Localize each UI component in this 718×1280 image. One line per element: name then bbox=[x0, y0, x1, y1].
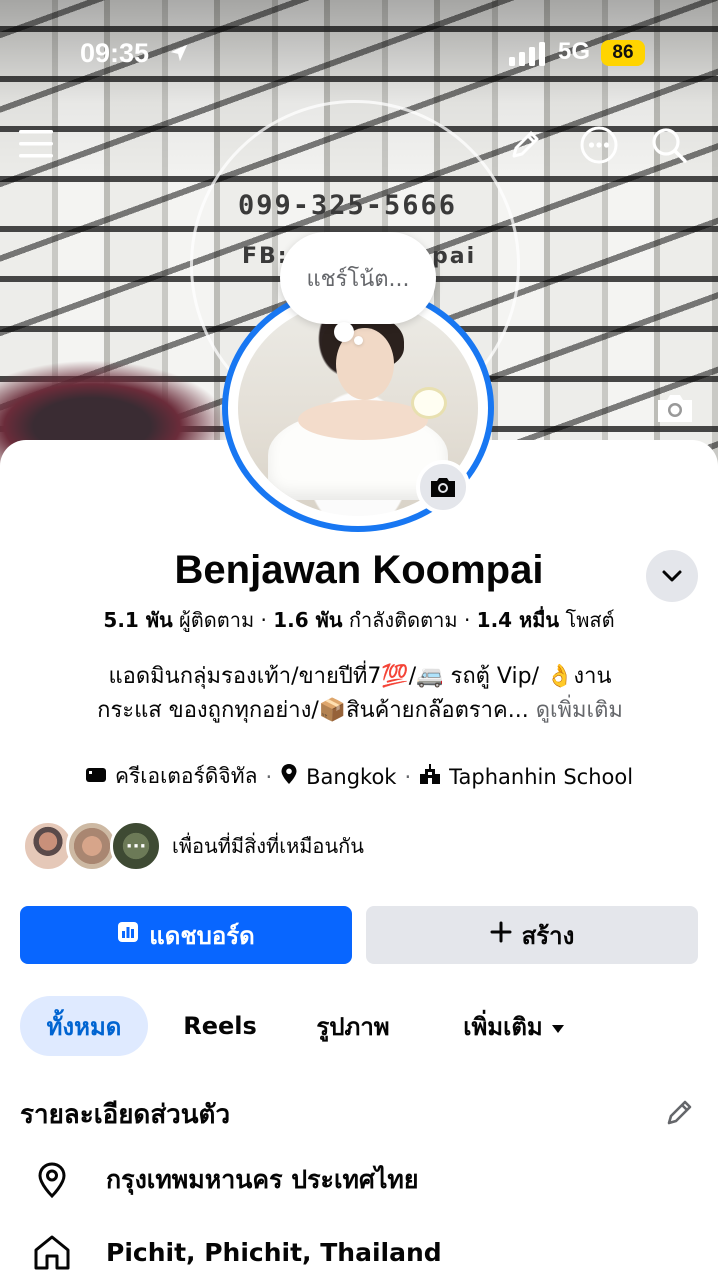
tab-all[interactable]: ทั้งหมด bbox=[20, 996, 148, 1056]
avatar-flower bbox=[414, 390, 444, 416]
note-bubble-dot-small bbox=[354, 336, 363, 345]
pencil-icon[interactable] bbox=[506, 126, 544, 164]
create-label: สร้าง bbox=[521, 921, 575, 950]
tab-photos[interactable]: รูปภาพ bbox=[290, 996, 416, 1056]
school-icon bbox=[419, 763, 441, 790]
profile-stats: 5.1 พัน ผู้ติดตาม · 1.6 พัน กำลังติดตาม … bbox=[0, 604, 718, 636]
bio-line-2: กระแส ของถูกทุกอย่าง/📦สินค้ายกล๊อตราค... bbox=[97, 698, 529, 723]
note-bubble[interactable]: แชร์โน้ต... bbox=[280, 232, 436, 324]
meta-city-label: Bangkok bbox=[306, 764, 397, 789]
signal-icon bbox=[509, 42, 549, 70]
following-count[interactable]: 1.6 พัน bbox=[273, 608, 342, 632]
profile-name: Benjawan Koompai bbox=[174, 548, 544, 592]
followers-label[interactable]: ผู้ติดตาม bbox=[179, 608, 254, 632]
details-title: รายละเอียดส่วนตัว bbox=[20, 1100, 231, 1130]
posts-count: 1.4 หมื่น bbox=[476, 608, 560, 632]
menu-icon[interactable] bbox=[18, 126, 54, 162]
stats-separator: · bbox=[463, 608, 471, 632]
plus-icon bbox=[490, 921, 512, 949]
profile-meta: ครีเอเตอร์ดิจิทัล · Bangkok · Taphanhin … bbox=[0, 760, 718, 793]
chevron-down-icon[interactable] bbox=[646, 550, 698, 602]
caret-down-icon bbox=[551, 1012, 565, 1040]
following-label[interactable]: กำลังติดตาม bbox=[349, 608, 458, 632]
location-pin-icon bbox=[30, 1158, 74, 1202]
stats-separator: · bbox=[260, 608, 267, 632]
meta-separator: · bbox=[265, 764, 273, 789]
mutual-avatar-more: ··· bbox=[110, 820, 162, 872]
network-type: 5G bbox=[558, 38, 591, 65]
more-icon[interactable] bbox=[578, 124, 620, 166]
tab-more-label: เพิ่มเติม bbox=[463, 1012, 543, 1041]
status-time: 09:35 bbox=[80, 38, 150, 68]
create-button[interactable]: สร้าง bbox=[366, 906, 698, 964]
cover-phone-text: 099-325-5666 bbox=[238, 190, 458, 221]
location-pin-icon bbox=[280, 763, 298, 790]
dashboard-label: แดชบอร์ด bbox=[149, 921, 255, 950]
meta-school: Taphanhin School bbox=[419, 763, 633, 790]
battery-indicator: 86 bbox=[601, 40, 645, 66]
note-placeholder: แชร์โน้ต... bbox=[306, 266, 410, 292]
tab-more[interactable]: เพิ่มเติม bbox=[434, 996, 594, 1056]
bio-line-1: แอดมินกลุ่มรองเท้า/ขายปีที่7💯/🚐 รถตู้ Vi… bbox=[108, 664, 612, 689]
detail-location-text: กรุงเทพมหานคร ประเทศไทย bbox=[106, 1165, 419, 1194]
dashboard-button[interactable]: แดชบอร์ด bbox=[20, 906, 352, 964]
meta-separator: · bbox=[404, 764, 412, 789]
dashboard-icon bbox=[117, 921, 139, 949]
avatar-shoulders bbox=[298, 400, 428, 440]
tab-reels[interactable]: Reels bbox=[170, 996, 270, 1056]
edit-details-icon[interactable] bbox=[664, 1096, 698, 1130]
avatar-camera-icon[interactable] bbox=[416, 460, 470, 514]
cover-camera-icon[interactable] bbox=[652, 388, 698, 428]
meta-category-label: ครีเอเตอร์ดิจิทัล bbox=[114, 764, 258, 788]
location-arrow-icon bbox=[168, 42, 190, 68]
mutual-friends[interactable]: ··· เพื่อนที่มีสิ่งที่เหมือนกัน bbox=[22, 820, 364, 872]
meta-category: ครีเอเตอร์ดิจิทัล bbox=[85, 760, 257, 793]
mutual-text: เพื่อนที่มีสิ่งที่เหมือนกัน bbox=[172, 834, 364, 858]
creator-icon bbox=[85, 765, 107, 789]
meta-school-label: Taphanhin School bbox=[449, 764, 634, 789]
detail-location: กรุงเทพมหานคร ประเทศไทย bbox=[30, 1158, 419, 1202]
detail-hometown-text: Pichit, Phichit, Thailand bbox=[106, 1237, 442, 1267]
posts-label: โพสต์ bbox=[565, 608, 615, 632]
cover-fb-suffix: pai bbox=[432, 244, 477, 269]
search-icon[interactable] bbox=[648, 124, 690, 166]
meta-city: Bangkok bbox=[280, 763, 396, 790]
note-bubble-dot bbox=[334, 322, 354, 342]
home-icon bbox=[30, 1230, 74, 1274]
profile-bio: แอดมินกลุ่มรองเท้า/ขายปีที่7💯/🚐 รถตู้ Vi… bbox=[20, 660, 700, 728]
followers-count[interactable]: 5.1 พัน bbox=[103, 608, 172, 632]
detail-hometown: Pichit, Phichit, Thailand bbox=[30, 1230, 442, 1274]
see-more-link[interactable]: ดูเพิ่มเติม bbox=[536, 698, 623, 723]
